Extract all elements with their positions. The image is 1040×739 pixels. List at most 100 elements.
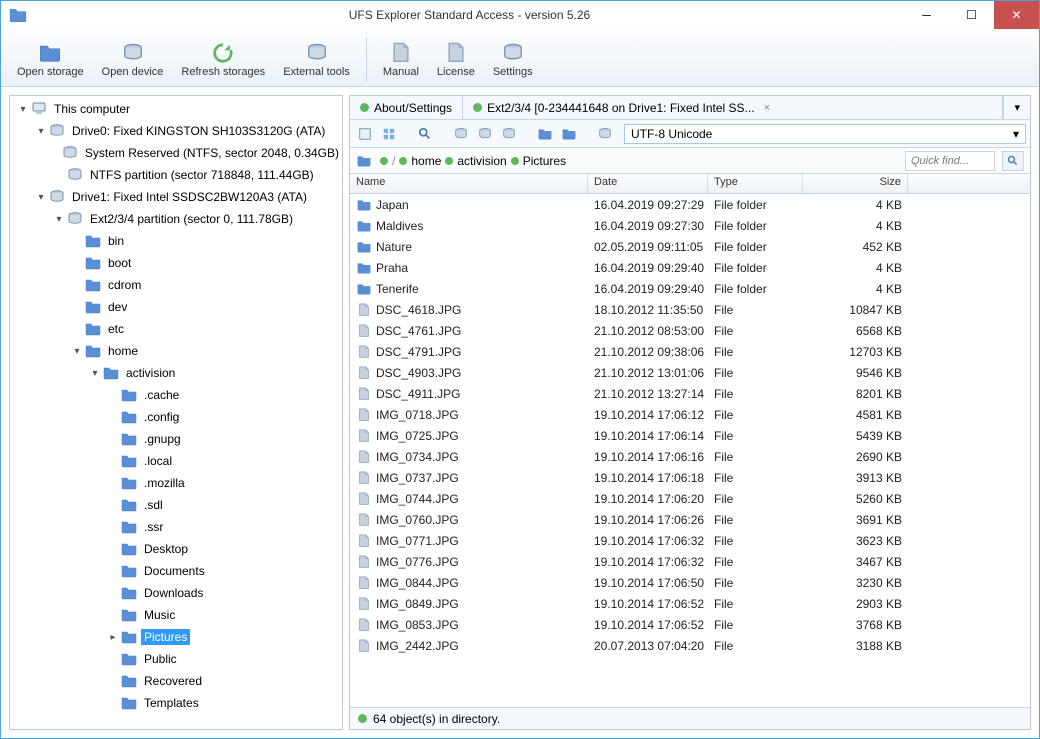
col-header-size[interactable]: Size — [803, 174, 908, 193]
search-button[interactable] — [1002, 151, 1024, 171]
tab-0[interactable]: About/Settings — [350, 96, 463, 119]
tree-node[interactable]: .gnupg — [10, 428, 342, 450]
toolbar-external-tools[interactable]: External tools — [275, 33, 358, 86]
tb-icon-9[interactable] — [594, 123, 616, 145]
tab-close-icon[interactable]: × — [764, 102, 770, 114]
tree-node[interactable]: System Reserved (NTFS, sector 2048, 0.34… — [10, 142, 342, 164]
breadcrumb-item[interactable]: Pictures — [511, 154, 566, 168]
tree-node[interactable]: .config — [10, 406, 342, 428]
expand-icon[interactable]: ▸ — [106, 632, 120, 643]
col-header-name[interactable]: Name — [350, 174, 588, 193]
tree-node[interactable]: ▾ Ext2/3/4 partition (sector 0, 111.78GB) — [10, 208, 342, 230]
tree-node[interactable]: cdrom — [10, 274, 342, 296]
expand-icon[interactable]: ▾ — [88, 368, 102, 379]
close-button[interactable]: ✕ — [994, 1, 1039, 29]
tb-icon-7[interactable] — [534, 123, 556, 145]
file-row[interactable]: Tenerife16.04.2019 09:29:40File folder4 … — [350, 278, 1030, 299]
tb-icon-4[interactable] — [450, 123, 472, 145]
tree-pane[interactable]: ▾This computer▾Drive0: Fixed KINGSTON SH… — [9, 95, 343, 730]
file-row[interactable]: Praha16.04.2019 09:29:40File folder4 KB — [350, 257, 1030, 278]
tree-node[interactable]: Downloads — [10, 582, 342, 604]
tree-node[interactable]: Recovered — [10, 670, 342, 692]
expand-icon[interactable]: ▾ — [52, 214, 66, 225]
tree-node[interactable]: ▾home — [10, 340, 342, 362]
toolbar-refresh-storages[interactable]: Refresh storages — [173, 33, 273, 86]
expand-icon[interactable]: ▾ — [70, 346, 84, 357]
expand-icon[interactable]: ▾ — [34, 126, 48, 137]
file-row[interactable]: IMG_0771.JPG19.10.2014 17:06:32File3623 … — [350, 530, 1030, 551]
tree-node[interactable]: ▸Pictures — [10, 626, 342, 648]
tb-icon-1[interactable] — [354, 123, 376, 145]
file-row[interactable]: IMG_0734.JPG19.10.2014 17:06:16File2690 … — [350, 446, 1030, 467]
maximize-button[interactable]: ☐ — [949, 1, 994, 29]
tree-node[interactable]: Templates — [10, 692, 342, 714]
tree-node[interactable]: .local — [10, 450, 342, 472]
tree-label: Ext2/3/4 partition (sector 0, 111.78GB) — [87, 211, 296, 227]
folder-icon — [120, 629, 138, 645]
folder-icon — [356, 261, 372, 275]
file-row[interactable]: IMG_0853.JPG19.10.2014 17:06:52File3768 … — [350, 614, 1030, 635]
file-row[interactable]: Nature02.05.2019 09:11:05File folder452 … — [350, 236, 1030, 257]
tree-node[interactable]: Documents — [10, 560, 342, 582]
file-row[interactable]: IMG_0744.JPG19.10.2014 17:06:20File5260 … — [350, 488, 1030, 509]
tab-options[interactable]: ▾ — [1003, 96, 1030, 119]
expand-icon[interactable]: ▾ — [34, 192, 48, 203]
tree-label: Music — [141, 607, 178, 623]
toolbar-open-storage[interactable]: Open storage — [9, 33, 92, 86]
file-row[interactable]: Japan16.04.2019 09:27:29File folder4 KB — [350, 194, 1030, 215]
folder-icon — [356, 282, 372, 296]
tree-node[interactable]: .sdl — [10, 494, 342, 516]
tree-node[interactable]: ▾Drive0: Fixed KINGSTON SH103S3120G (ATA… — [10, 120, 342, 142]
tree-node[interactable]: Public — [10, 648, 342, 670]
tree-node[interactable]: etc — [10, 318, 342, 340]
tree-node[interactable]: .cache — [10, 384, 342, 406]
toolbar-settings[interactable]: Settings — [485, 33, 541, 86]
tree-node[interactable]: ▾activision — [10, 362, 342, 384]
tb-icon-2[interactable] — [378, 123, 400, 145]
encoding-select[interactable]: UTF-8 Unicode ▾ — [624, 124, 1026, 144]
tree-node[interactable]: dev — [10, 296, 342, 318]
file-row[interactable]: IMG_2442.JPG20.07.2013 07:04:20File3188 … — [350, 635, 1030, 656]
tree-node[interactable]: Desktop — [10, 538, 342, 560]
quick-find-input[interactable] — [905, 151, 995, 171]
tree-node[interactable]: Music — [10, 604, 342, 626]
tree-node[interactable]: bin — [10, 230, 342, 252]
file-row[interactable]: IMG_0725.JPG19.10.2014 17:06:14File5439 … — [350, 425, 1030, 446]
tree-node[interactable]: .ssr — [10, 516, 342, 538]
breadcrumb-item[interactable]: activision — [445, 154, 506, 168]
tree-node[interactable]: ▾Drive1: Fixed Intel SSDSC2BW120A3 (ATA) — [10, 186, 342, 208]
find-button[interactable] — [414, 123, 436, 145]
file-list[interactable]: Japan16.04.2019 09:27:29File folder4 KBM… — [350, 194, 1030, 707]
tb-icon-8[interactable] — [558, 123, 580, 145]
tree-node[interactable]: NTFS partition (sector 718848, 111.44GB) — [10, 164, 342, 186]
tb-icon-5[interactable] — [474, 123, 496, 145]
file-row[interactable]: DSC_4911.JPG21.10.2012 13:27:14File8201 … — [350, 383, 1030, 404]
file-row[interactable]: Maldives16.04.2019 09:27:30File folder4 … — [350, 215, 1030, 236]
expand-icon[interactable]: ▾ — [16, 104, 30, 115]
breadcrumb-item[interactable]: home — [399, 154, 441, 168]
file-row[interactable]: DSC_4791.JPG21.10.2012 09:38:06File12703… — [350, 341, 1030, 362]
col-header-date[interactable]: Date — [588, 174, 708, 193]
minimize-button[interactable]: ─ — [904, 1, 949, 29]
folder-icon — [102, 365, 120, 381]
file-row[interactable]: IMG_0760.JPG19.10.2014 17:06:26File3691 … — [350, 509, 1030, 530]
breadcrumb-item[interactable] — [356, 154, 376, 168]
toolbar-manual[interactable]: Manual — [375, 33, 427, 86]
tree-node[interactable]: boot — [10, 252, 342, 274]
tree-node[interactable]: ▾This computer — [10, 98, 342, 120]
col-header-type[interactable]: Type — [708, 174, 803, 193]
file-row[interactable]: DSC_4761.JPG21.10.2012 08:53:00File6568 … — [350, 320, 1030, 341]
tb-icon-6[interactable] — [498, 123, 520, 145]
file-row[interactable]: IMG_0849.JPG19.10.2014 17:06:52File2903 … — [350, 593, 1030, 614]
file-row[interactable]: DSC_4618.JPG18.10.2012 11:35:50File10847… — [350, 299, 1030, 320]
tree-node[interactable]: .mozilla — [10, 472, 342, 494]
file-row[interactable]: IMG_0718.JPG19.10.2014 17:06:12File4581 … — [350, 404, 1030, 425]
toolbar-open-device[interactable]: Open device — [94, 33, 172, 86]
file-icon — [356, 303, 372, 317]
toolbar-license[interactable]: License — [429, 33, 483, 86]
file-row[interactable]: DSC_4903.JPG21.10.2012 13:01:06File9546 … — [350, 362, 1030, 383]
file-row[interactable]: IMG_0776.JPG19.10.2014 17:06:32File3467 … — [350, 551, 1030, 572]
file-row[interactable]: IMG_0737.JPG19.10.2014 17:06:18File3913 … — [350, 467, 1030, 488]
file-row[interactable]: IMG_0844.JPG19.10.2014 17:06:50File3230 … — [350, 572, 1030, 593]
tab-1[interactable]: Ext2/3/4 [0-234441648 on Drive1: Fixed I… — [463, 96, 1003, 119]
